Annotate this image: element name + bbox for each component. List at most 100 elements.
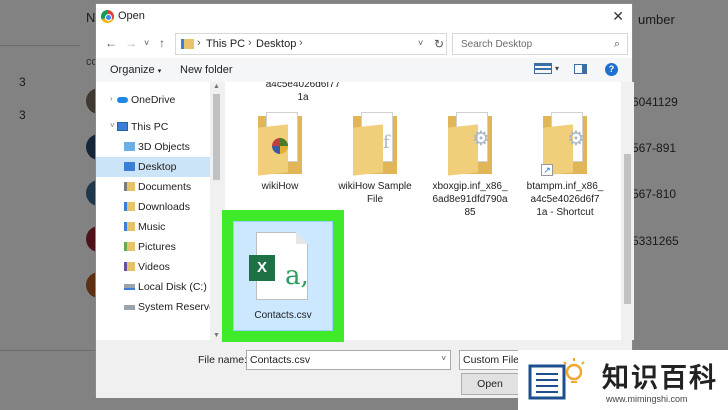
file-label-line: File: [366, 194, 384, 205]
file-type-value: Custom Files: [463, 354, 521, 366]
sidebar-item-desktop[interactable]: Desktop: [96, 157, 210, 177]
sidebar-item-music[interactable]: Music: [96, 217, 210, 237]
preview-pane-icon[interactable]: [574, 64, 587, 74]
3d-objects-icon: [124, 142, 135, 151]
new-folder-button[interactable]: New folder: [180, 64, 233, 76]
chevron-right-icon: ›: [299, 37, 303, 49]
sidebar-item-local-disk[interactable]: Local Disk (C:): [96, 277, 210, 297]
sidebar-item-onedrive[interactable]: › OneDrive: [96, 90, 210, 110]
up-arrow-icon[interactable]: ↑: [159, 36, 165, 50]
sidebar-item-system-reserved[interactable]: System Reserved: [96, 297, 221, 317]
dialog-titlebar: Open ✕: [96, 4, 632, 30]
sidebar-item-label: Desktop: [138, 161, 177, 173]
document-glyph-icon: f: [383, 132, 390, 153]
book-lightbulb-logo-icon: [528, 358, 585, 400]
file-label-line: btampm.inf_x86_: [526, 181, 604, 192]
sidebar-item-label: Music: [138, 221, 166, 233]
navigation-bar: ← → ˅ ↑ › This PC › Desktop › ˅ ↻ Search…: [96, 30, 632, 58]
file-item-wikihow[interactable]: wikiHow: [235, 112, 325, 193]
sidebar-item-pictures[interactable]: Pictures: [96, 237, 210, 257]
file-label-line: 1a: [297, 92, 309, 103]
sidebar-item-label: This PC: [131, 121, 169, 133]
forward-arrow-icon[interactable]: →: [125, 36, 137, 50]
command-toolbar: Organize ▾ New folder ▾ ?: [96, 58, 632, 82]
file-label-line: 85: [464, 207, 476, 218]
watermark-url: www.mimingshi.com: [606, 394, 688, 404]
gear-icon: ⚙: [567, 128, 585, 150]
file-label-line: wikiHow Sample: [338, 181, 412, 192]
folder-icon: f: [353, 112, 397, 176]
search-box[interactable]: Search Desktop ⌕: [452, 33, 628, 55]
file-item-contacts-csv[interactable]: X a, Contacts.csv: [233, 221, 333, 331]
file-label: btampm.inf_x86_ a4c5e4026d6f7 1a - Short…: [520, 180, 610, 219]
wikihow-logo-icon: [272, 138, 288, 154]
desktop-icon: [124, 162, 135, 171]
breadcrumb-desktop[interactable]: Desktop: [256, 38, 296, 50]
file-item-wikihow-sample-file[interactable]: f wikiHow Sample File: [330, 112, 420, 206]
scrollbar-thumb[interactable]: [213, 94, 220, 180]
folder-icon: ⚙ ↗: [541, 112, 587, 176]
chevron-down-icon[interactable]: ˅: [441, 354, 446, 363]
back-arrow-icon[interactable]: ←: [105, 36, 117, 50]
music-icon: [124, 222, 135, 231]
chevron-down-icon: ▾: [157, 68, 162, 75]
gear-icon: ⚙: [472, 128, 490, 150]
sidebar-item-videos[interactable]: Videos: [96, 257, 210, 277]
file-name-input[interactable]: Contacts.csv ˅: [246, 350, 451, 370]
chevron-down-icon[interactable]: ˅: [418, 38, 423, 48]
sidebar-item-label: 3D Objects: [138, 141, 190, 153]
breadcrumb-this-pc[interactable]: This PC: [206, 38, 245, 50]
help-icon[interactable]: ?: [605, 63, 618, 76]
sidebar-item-this-pc[interactable]: ˅ This PC: [96, 117, 210, 137]
refresh-icon[interactable]: ↻: [434, 37, 444, 51]
sidebar-item-label: OneDrive: [131, 94, 176, 106]
recent-locations-icon[interactable]: ˅: [144, 38, 149, 48]
file-label-line: xboxgip.inf_x86_: [432, 181, 508, 192]
file-label-line: 1a - Shortcut: [536, 207, 594, 218]
sidebar-item-label: Documents: [138, 181, 192, 193]
file-label: Contacts.csv: [254, 310, 312, 321]
file-item-xboxgip[interactable]: ⚙ xboxgip.inf_x86_ 6ad8e91dfd790a 85: [425, 112, 515, 219]
folder-icon: [181, 39, 194, 49]
sidebar-item-3d-objects[interactable]: 3D Objects: [96, 137, 210, 157]
scrollbar-thumb[interactable]: [624, 154, 631, 304]
file-name-value: Contacts.csv: [250, 354, 311, 366]
documents-icon: [124, 182, 135, 191]
open-file-dialog: Open ✕ ← → ˅ ↑ › This PC › Desktop › ˅ ↻…: [95, 3, 634, 398]
sidebar-item-label: Local Disk (C:): [138, 281, 207, 293]
file-name-label: File name:: [198, 354, 248, 366]
file-label: wikiHow Sample File: [330, 180, 420, 206]
file-pane-scrollbar[interactable]: [621, 82, 634, 340]
file-item-btampm-shortcut[interactable]: ⚙ ↗ btampm.inf_x86_ a4c5e4026d6f7 1a - S…: [520, 112, 610, 219]
sidebar-item-label: Downloads: [138, 201, 190, 213]
dialog-title: Open: [118, 10, 145, 22]
scroll-up-icon[interactable]: ▲: [213, 83, 220, 90]
organize-button[interactable]: Organize ▾: [110, 64, 161, 76]
chevron-down-icon[interactable]: ▾: [555, 64, 559, 73]
csv-file-icon: X a,: [249, 232, 309, 300]
excel-icon: X: [249, 255, 275, 281]
sidebar-item-downloads[interactable]: Downloads: [96, 197, 210, 217]
view-options-icon[interactable]: [534, 63, 552, 74]
file-label-partial: a4c5e4026d6f77 1a: [258, 82, 348, 104]
file-label-line: a4c5e4026d6f7: [530, 194, 600, 205]
downloads-icon: [124, 202, 135, 211]
scroll-down-icon[interactable]: ▼: [213, 332, 220, 339]
shortcut-arrow-icon: ↗: [541, 164, 553, 176]
file-type-filter[interactable]: Custom Files: [459, 350, 521, 370]
close-icon[interactable]: ✕: [612, 8, 624, 25]
onedrive-icon: [117, 97, 128, 103]
sidebar-item-documents[interactable]: Documents: [96, 177, 210, 197]
sidebar-item-label: Videos: [138, 261, 170, 273]
search-icon[interactable]: ⌕: [614, 38, 620, 51]
search-placeholder: Search Desktop: [461, 39, 533, 50]
open-button[interactable]: Open: [461, 373, 519, 395]
file-label: xboxgip.inf_x86_ 6ad8e91dfd790a 85: [425, 180, 515, 219]
chevron-right-icon: ›: [248, 37, 252, 49]
folder-icon: [258, 112, 302, 176]
expand-icon[interactable]: ›: [110, 94, 113, 103]
address-bar[interactable]: › This PC › Desktop › ˅ ↻: [175, 33, 447, 55]
file-label: wikiHow: [235, 180, 325, 193]
collapse-icon[interactable]: ˅: [110, 121, 115, 130]
file-label-line: wikiHow: [261, 181, 299, 192]
